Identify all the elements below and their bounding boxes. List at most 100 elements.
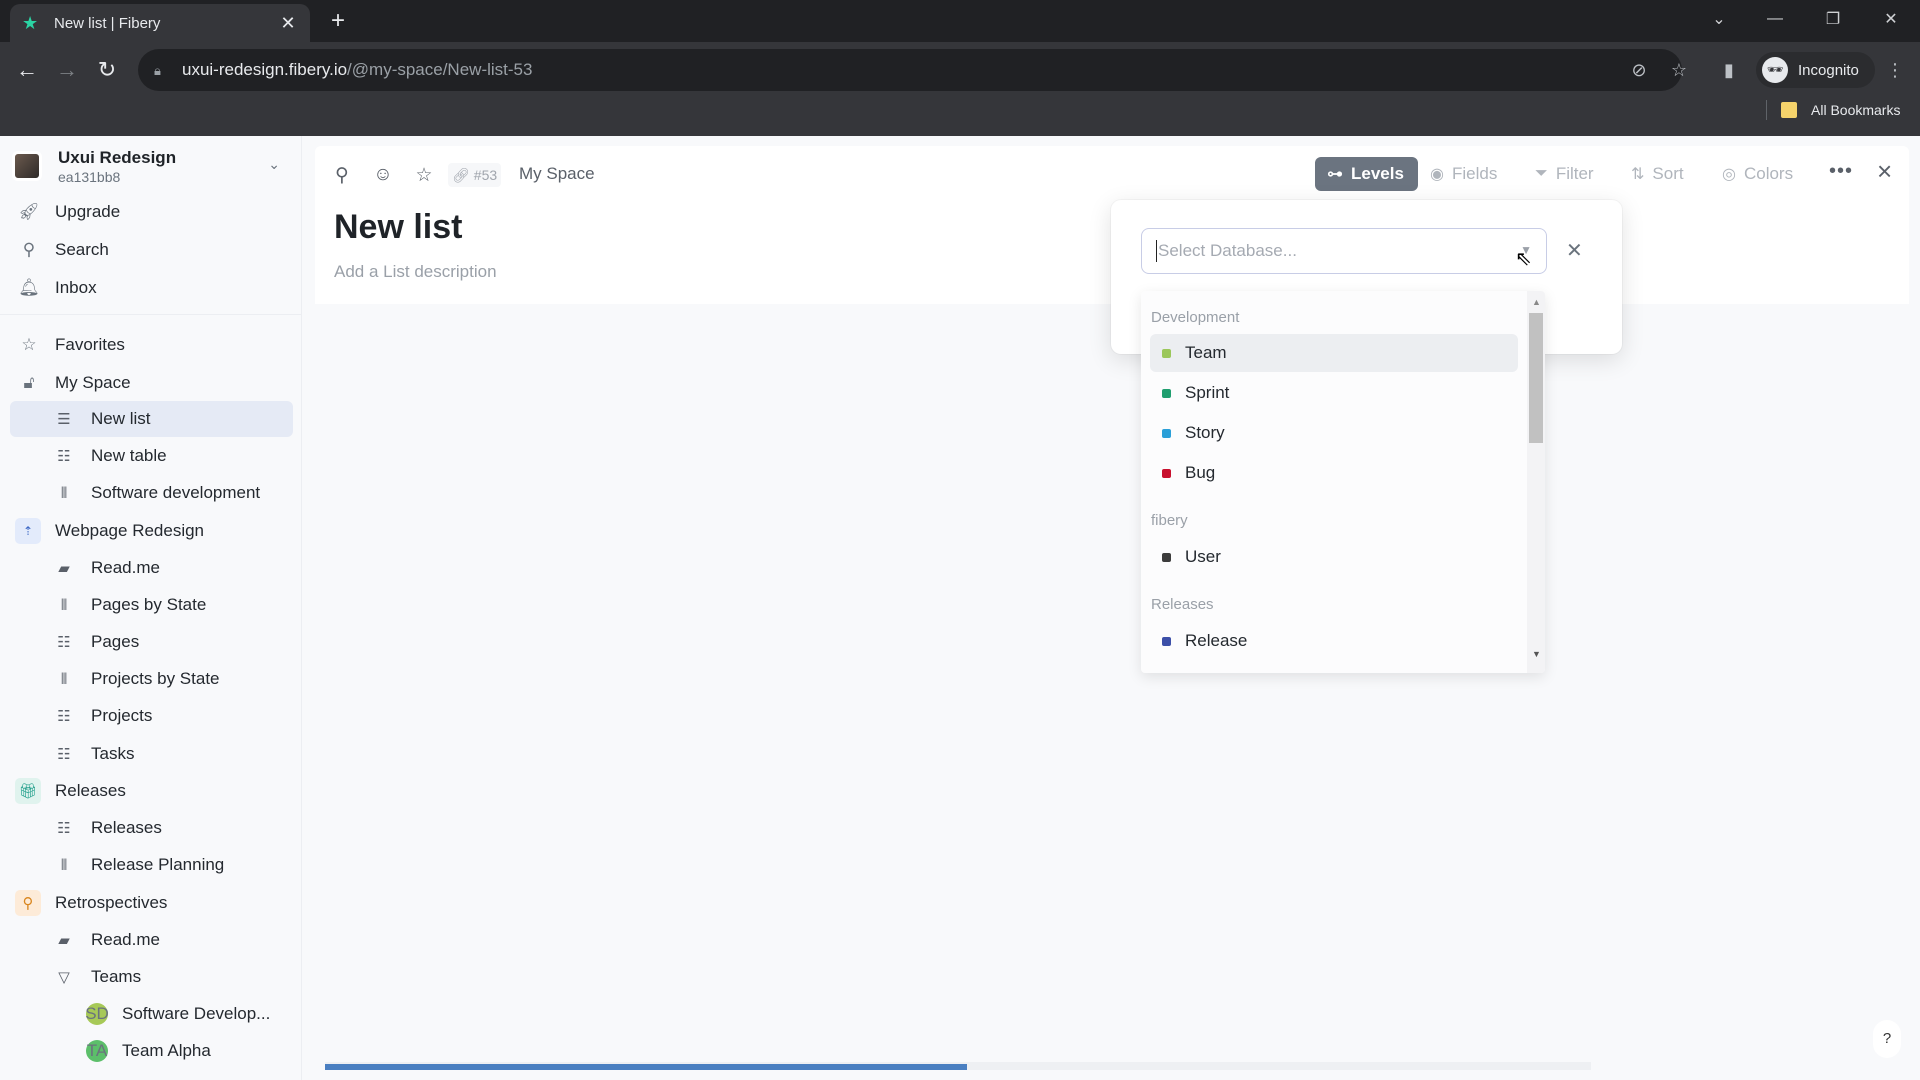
copy-link-chip[interactable]: 🔗︎ #53 <box>448 163 502 187</box>
breadcrumb[interactable]: My Space <box>519 164 595 184</box>
emoji-icon[interactable]: ☺ <box>370 162 396 188</box>
scroll-down-arrow-icon[interactable]: ▼ <box>1532 649 1541 659</box>
option-story[interactable]: Story <box>1150 414 1518 452</box>
window-close-button[interactable]: ✕ <box>1868 0 1914 38</box>
incognito-profile-button[interactable]: 🕶︎ Incognito <box>1756 52 1875 88</box>
sidebar-item-pages[interactable]: ☷ Pages <box>10 624 293 660</box>
sidebar-item-label: Pages by State <box>91 595 207 614</box>
sidebar-item-retro-readme[interactable]: ▰ Read.me <box>10 922 293 958</box>
incognito-label: Incognito <box>1798 61 1859 79</box>
tab-search-icon[interactable]: ⌄ <box>1696 0 1742 38</box>
fibery-star-icon: ★ <box>22 13 39 33</box>
dropdown-scrollbar[interactable]: ▲ ▼ <box>1527 291 1545 673</box>
all-bookmarks-label: All Bookmarks <box>1811 102 1901 118</box>
sidebar-item-team-alpha[interactable]: TA Team Alpha <box>10 1033 293 1069</box>
option-sprint[interactable]: Sprint <box>1150 374 1518 412</box>
browser-tab[interactable]: ★ New list | Fibery ✕ <box>10 4 310 42</box>
more-options-icon[interactable]: ••• <box>1829 160 1853 183</box>
sidebar-item-retrospectives[interactable]: ⚲ Retrospectives <box>10 885 293 921</box>
sidebar-item-tasks[interactable]: ☷ Tasks <box>10 736 293 772</box>
sidebar-item-upgrade[interactable]: 🚀︎ Upgrade <box>10 194 293 230</box>
option-bug[interactable]: Bug <box>1150 454 1518 492</box>
eye-off-icon[interactable]: ⊘ <box>1624 49 1654 91</box>
table-icon: ☷ <box>57 448 71 465</box>
sidebar-item-favorites[interactable]: ☆ Favorites <box>10 327 293 363</box>
description-placeholder[interactable]: Add a List description <box>334 262 497 282</box>
lock-icon: 🔓︎ <box>23 373 35 392</box>
sidebar-item-label: Read.me <box>91 558 160 577</box>
sidebar-item-inbox[interactable]: 🔔︎ Inbox <box>10 270 293 306</box>
sidebar-item-software-develop[interactable]: SD Software Develop... <box>10 996 293 1032</box>
scroll-up-arrow-icon[interactable]: ▲ <box>1532 297 1541 307</box>
sidebar-item-my-space[interactable]: 🔓︎ My Space <box>10 365 293 401</box>
option-label: Sprint <box>1185 383 1230 402</box>
sidebar-item-label: Pages <box>91 632 140 651</box>
sidebar-item-label: Tasks <box>91 744 135 763</box>
fields-button[interactable]: ◉ Fields <box>1430 157 1497 191</box>
list-icon: ☰ <box>57 411 71 428</box>
database-dropdown: Development Team Sprint Story Bug fibery… <box>1141 291 1545 673</box>
sidebar-item-label: Releases <box>91 818 162 837</box>
sidebar-item-pages-by-state[interactable]: ⦀ Pages by State <box>10 587 293 623</box>
select-database-placeholder: Select Database... <box>1158 241 1297 260</box>
address-bar[interactable]: 🔒︎ uxui-redesign.fibery.io/@my-space/New… <box>138 49 1682 91</box>
restore-button[interactable]: ❐ <box>1810 0 1856 38</box>
back-button[interactable]: ← <box>12 55 42 85</box>
sidebar-item-new-table[interactable]: ☷ New table <box>10 438 293 474</box>
space-icon: ⇡ <box>15 518 41 544</box>
close-view-icon[interactable]: × <box>1877 156 1892 187</box>
workspace-switcher[interactable]: Uxui Redesign ea131bb8 ⌄ <box>12 144 292 188</box>
tab-close-icon[interactable]: ✕ <box>278 13 298 34</box>
group-label-development: Development <box>1151 309 1240 326</box>
sidebar-item-webpage-redesign[interactable]: ⇡ Webpage Redesign <box>10 513 293 549</box>
sidebar-item-releases[interactable]: ☷ Releases <box>10 810 293 846</box>
colors-button[interactable]: ◎ Colors <box>1722 157 1793 191</box>
color-dot-icon <box>1162 636 1171 646</box>
forward-button[interactable]: → <box>52 55 82 85</box>
sidebar-divider <box>0 314 302 315</box>
sidebar-item-teams[interactable]: ▽ Teams <box>10 959 293 995</box>
new-tab-button[interactable]: + <box>325 8 351 34</box>
lock-icon: 🔒︎ <box>154 63 161 78</box>
help-button[interactable]: ? <box>1873 1020 1901 1058</box>
option-release[interactable]: Release <box>1150 622 1518 660</box>
triangle-down-icon[interactable]: ▽ <box>53 966 75 988</box>
sort-button[interactable]: ⇅ Sort <box>1631 157 1684 191</box>
sidebar-item-label: Team Alpha <box>122 1041 211 1060</box>
scrollbar-thumb[interactable] <box>1529 313 1543 443</box>
page-title[interactable]: New list <box>334 208 462 247</box>
sidebar-item-releases-space[interactable]: 🎁︎ Releases <box>10 773 293 809</box>
option-label: User <box>1185 547 1221 566</box>
sidebar-item-projects-by-state[interactable]: ⦀ Projects by State <box>10 661 293 697</box>
list-content-area <box>315 304 1909 1080</box>
color-dot-icon <box>1162 348 1171 358</box>
sidebar-item-label: New list <box>91 409 151 428</box>
bookmarks-bar-all-bookmarks[interactable]: All Bookmarks <box>1766 100 1900 120</box>
levels-button[interactable]: ⊶ Levels <box>1315 157 1418 191</box>
sidebar-item-label: Projects by State <box>91 669 220 688</box>
sidebar-item-release-planning[interactable]: ⦀ Release Planning <box>10 847 293 883</box>
filter-button[interactable]: ⏷ Filter <box>1535 157 1594 191</box>
sidebar-item-search[interactable]: ⚲ Search <box>10 232 293 268</box>
bookmark-star-icon[interactable]: ☆ <box>1664 49 1694 91</box>
option-label: Story <box>1185 423 1225 442</box>
select-database-input[interactable]: Select Database... ▼ <box>1141 228 1547 274</box>
browser-menu-icon[interactable]: ⋮ <box>1880 49 1910 91</box>
minimize-button[interactable]: — <box>1752 0 1798 38</box>
sidebar-item-new-list[interactable]: ☰ New list <box>10 401 293 437</box>
browser-toolbar: ← → ↻ 🔒︎ uxui-redesign.fibery.io/@my-spa… <box>0 42 1920 136</box>
remove-level-icon[interactable]: ✕ <box>1566 238 1583 263</box>
favorite-star-icon[interactable]: ☆ <box>411 162 437 188</box>
sidebar-item-label: Webpage Redesign <box>55 521 205 540</box>
group-label-releases: Releases <box>1151 596 1214 613</box>
side-panel-icon[interactable]: ▮ <box>1714 49 1744 91</box>
sidebar-item-software-development[interactable]: ⦀ Software development <box>10 475 293 511</box>
option-user[interactable]: User <box>1150 538 1518 576</box>
reload-button[interactable]: ↻ <box>92 55 122 85</box>
gift-icon: 🎁︎ <box>15 778 41 804</box>
sidebar-item-readme[interactable]: ▰ Read.me <box>10 550 293 586</box>
filter-label: Filter <box>1555 164 1594 183</box>
search-icon[interactable]: ⚲ <box>329 162 355 188</box>
sidebar-item-projects[interactable]: ☷ Projects <box>10 698 293 734</box>
option-team[interactable]: Team <box>1150 334 1518 372</box>
